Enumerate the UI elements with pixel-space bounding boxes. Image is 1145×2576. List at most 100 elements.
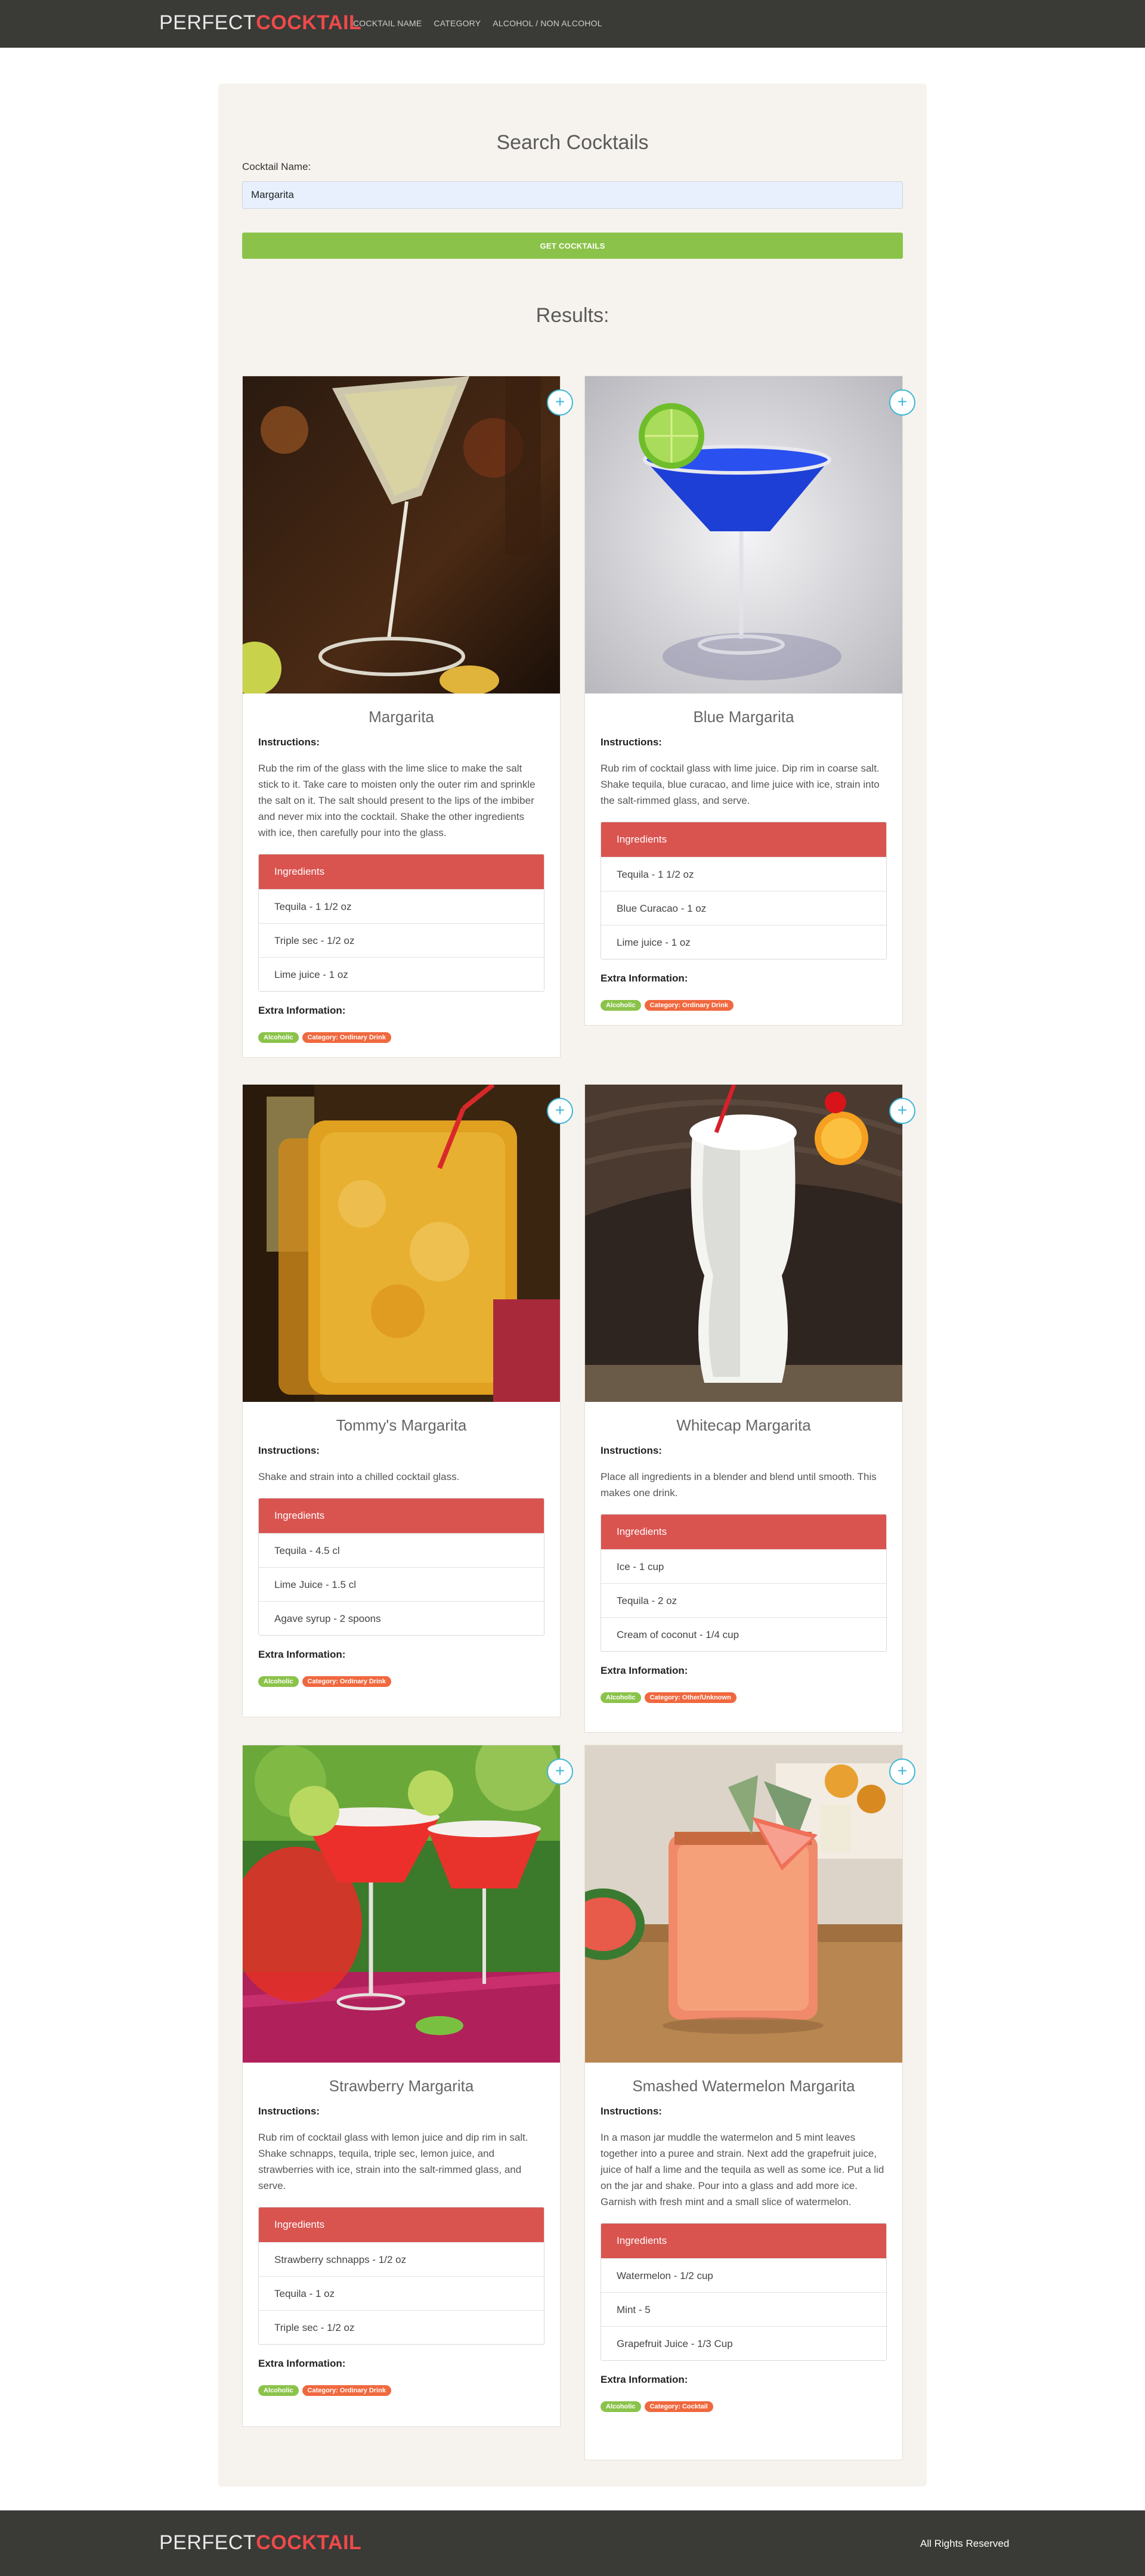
card-body: Margarita Instructions: Rub the rim of t… xyxy=(243,693,560,1043)
alcoholic-badge: Alcoholic xyxy=(601,1000,641,1011)
alcoholic-badge: Alcoholic xyxy=(258,1032,299,1043)
extra-info-heading: Extra Information: xyxy=(601,1665,688,1676)
ingredient-item: Lime juice - 1 oz xyxy=(259,957,544,991)
instructions-heading: Instructions: xyxy=(601,736,662,748)
cocktail-image xyxy=(243,1745,560,2063)
ingredient-item: Ice - 1 cup xyxy=(601,1549,886,1583)
category-badge: Category: Ordinary Drink xyxy=(302,1032,391,1043)
alcoholic-badge: Alcoholic xyxy=(258,2385,299,2396)
extra-info-heading: Extra Information: xyxy=(601,2374,688,2385)
ingredients-header: Ingredients xyxy=(601,2224,886,2258)
ingredient-item: Agave syrup - 2 spoons xyxy=(259,1601,544,1635)
category-badge: Category: Cocktail xyxy=(644,2401,713,2412)
ingredient-item: Tequila - 1 oz xyxy=(259,2276,544,2310)
ingredient-item: Lime Juice - 1.5 cl xyxy=(259,1567,544,1601)
badges: Alcoholic Category: Other/Unknown xyxy=(601,1692,887,1703)
ingredients-list: Ingredients Ice - 1 cup Tequila - 2 oz C… xyxy=(601,1514,887,1652)
nav-link-category[interactable]: CATEGORY xyxy=(434,18,481,28)
footer-brand-part2: COCKTAIL xyxy=(256,2531,362,2554)
cocktail-name: Whitecap Margarita xyxy=(676,1416,811,1434)
add-favorite-button[interactable]: + xyxy=(547,1758,573,1785)
ingredient-item: Grapefruit Juice - 1/3 Cup xyxy=(601,2326,886,2360)
cocktail-name: Margarita xyxy=(369,708,434,726)
instructions-text: In a mason jar muddle the watermelon and… xyxy=(601,2132,884,2207)
ingredient-item: Tequila - 2 oz xyxy=(601,1583,886,1617)
add-favorite-button[interactable]: + xyxy=(889,389,915,416)
brand-part2: COCKTAIL xyxy=(256,11,362,34)
cocktail-name-input[interactable] xyxy=(242,181,903,209)
ingredients-header: Ingredients xyxy=(259,854,544,889)
cocktail-card: + Whitecap Margarita Instructions: Place… xyxy=(584,1084,915,1733)
instructions-heading: Instructions: xyxy=(258,736,320,748)
results-title: Results: xyxy=(536,304,609,327)
card-body: Blue Margarita Instructions: Rub rim of … xyxy=(585,693,902,1011)
cocktail-card: + Tommy's Margarita Instructions: Shake … xyxy=(242,1084,573,1717)
add-favorite-button[interactable]: + xyxy=(889,1098,915,1124)
instructions-text: Rub rim of cocktail glass with lemon jui… xyxy=(258,2132,528,2191)
card-body: Whitecap Margarita Instructions: Place a… xyxy=(585,1402,902,1703)
ingredient-item: Tequila - 1 1/2 oz xyxy=(601,857,886,891)
cocktail-image xyxy=(585,1085,902,1402)
footer: PERFECTCOCKTAIL All Rights Reserved xyxy=(0,2510,1145,2576)
footer-brand-logo[interactable]: PERFECTCOCKTAIL xyxy=(159,2531,361,2555)
ingredient-item: Mint - 5 xyxy=(601,2292,886,2326)
ingredient-item: Cream of coconut - 1/4 cup xyxy=(601,1617,886,1651)
ingredient-item: Lime juice - 1 oz xyxy=(601,925,886,959)
cocktail-card: + Margarita Instructions: Rub the rim of… xyxy=(242,376,573,1058)
nav-links: COCKTAIL NAME CATEGORY ALCOHOL / NON ALC… xyxy=(353,18,602,28)
nav-link-cocktail-name[interactable]: COCKTAIL NAME xyxy=(353,18,422,28)
cocktail-card: + Smashed Watermelon Margarita Instructi… xyxy=(584,1745,915,2460)
ingredients-header: Ingredients xyxy=(259,2207,544,2242)
search-panel: Search Cocktails Cocktail Name: GET COCK… xyxy=(218,83,927,2487)
ingredient-item: Watermelon - 1/2 cup xyxy=(601,2258,886,2292)
extra-info-heading: Extra Information: xyxy=(258,2358,346,2369)
ingredient-item: Blue Curacao - 1 oz xyxy=(601,891,886,925)
add-favorite-button[interactable]: + xyxy=(547,1098,573,1124)
card-body: Tommy's Margarita Instructions: Shake an… xyxy=(243,1402,560,1687)
cocktail-image xyxy=(585,1745,902,2063)
ingredients-list: Ingredients Tequila - 1 1/2 oz Blue Cura… xyxy=(601,822,887,959)
nav-link-alcohol[interactable]: ALCOHOL / NON ALCOHOL xyxy=(493,18,602,28)
instructions-heading: Instructions: xyxy=(258,2106,320,2117)
cocktail-name: Blue Margarita xyxy=(693,708,794,726)
cocktail-card: + Strawberry Margarita Instructions: Rub… xyxy=(242,1745,573,2427)
badges: Alcoholic Category: Ordinary Drink xyxy=(258,1032,544,1043)
cocktail-name: Strawberry Margarita xyxy=(329,2077,474,2095)
ingredients-header: Ingredients xyxy=(601,1515,886,1549)
badges: Alcoholic Category: Ordinary Drink xyxy=(258,2385,544,2396)
alcoholic-badge: Alcoholic xyxy=(258,1676,299,1687)
category-badge: Category: Ordinary Drink xyxy=(644,1000,734,1011)
cocktail-name-label: Cocktail Name: xyxy=(242,161,311,172)
instructions-text: Rub rim of cocktail glass with lime juic… xyxy=(601,763,880,806)
ingredients-header: Ingredients xyxy=(259,1498,544,1533)
brand-part1: PERFECT xyxy=(159,11,256,34)
extra-info-heading: Extra Information: xyxy=(258,1005,346,1016)
add-favorite-button[interactable]: + xyxy=(547,389,573,416)
footer-brand-part1: PERFECT xyxy=(159,2531,256,2554)
alcoholic-badge: Alcoholic xyxy=(601,1692,641,1703)
card-body: Smashed Watermelon Margarita Instruction… xyxy=(585,2063,902,2412)
card-body: Strawberry Margarita Instructions: Rub r… xyxy=(243,2063,560,2396)
ingredients-list: Ingredients Strawberry schnapps - 1/2 oz… xyxy=(258,2207,544,2345)
add-favorite-button[interactable]: + xyxy=(889,1758,915,1785)
category-badge: Category: Other/Unknown xyxy=(644,1692,736,1703)
ingredient-item: Triple sec - 1/2 oz xyxy=(259,923,544,957)
instructions-heading: Instructions: xyxy=(258,1445,320,1456)
ingredients-list: Ingredients Tequila - 1 1/2 oz Triple se… xyxy=(258,854,544,992)
instructions-heading: Instructions: xyxy=(601,2106,662,2117)
cocktail-card: + Blue Margarita Instructions: Rub rim o… xyxy=(584,376,915,1026)
get-cocktails-button[interactable]: GET COCKTAILS xyxy=(242,233,903,259)
instructions-text: Rub the rim of the glass with the lime s… xyxy=(258,763,536,838)
instructions-text: Shake and strain into a chilled cocktail… xyxy=(258,1471,460,1482)
ingredients-list: Ingredients Watermelon - 1/2 cup Mint - … xyxy=(601,2223,887,2361)
badges: Alcoholic Category: Ordinary Drink xyxy=(601,1000,887,1011)
brand-logo[interactable]: PERFECTCOCKTAIL xyxy=(159,11,361,35)
category-badge: Category: Ordinary Drink xyxy=(302,1676,391,1687)
category-badge: Category: Ordinary Drink xyxy=(302,2385,391,2396)
badges: Alcoholic Category: Ordinary Drink xyxy=(258,1676,544,1687)
alcoholic-badge: Alcoholic xyxy=(601,2401,641,2412)
ingredient-item: Strawberry schnapps - 1/2 oz xyxy=(259,2242,544,2276)
extra-info-heading: Extra Information: xyxy=(601,973,688,984)
copyright-text: All Rights Reserved xyxy=(920,2538,1010,2549)
ingredient-item: Tequila - 4.5 cl xyxy=(259,1533,544,1567)
